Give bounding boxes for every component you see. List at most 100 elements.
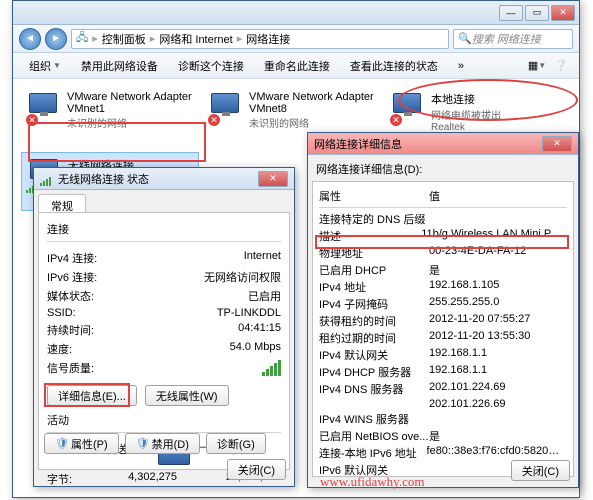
detail-row[interactable]: 租约过期的时间2012-11-20 13:55:30 [319,330,567,346]
detail-value: 255.255.255.0 [429,296,499,312]
detail-value: fe80::38e3:f76:cfd0:5820%13 [427,445,567,461]
detail-row[interactable]: IPv4 DHCP 服务器192.168.1.1 [319,364,567,380]
toolbar: 组织▼ 禁用此网络设备 诊断这个连接 重命名此连接 查看此连接的状态 » ▦▼ … [13,53,579,79]
detail-value: 2012-11-20 07:55:27 [429,313,530,329]
disable-button[interactable]: 🛡禁用(D) [125,433,200,454]
panel-general: 连接 IPv4 连接:Internet IPv6 连接:无网络访问权限 媒体状态… [38,212,290,470]
adapter-icon: ✕ [389,91,425,127]
properties-button[interactable]: 🛡属性(P) [44,433,119,454]
detail-value: 202.101.224.69 [429,381,505,397]
close-button[interactable]: ✕ [542,136,572,152]
adapter-icon: ✕ [207,91,243,127]
detail-label: IPv4 WINS 服务器 [319,411,429,427]
row-value: 54.0 Mbps [230,341,281,357]
close-button[interactable]: 关闭(C) [511,460,570,481]
search-placeholder: 搜索 网络连接 [472,31,541,47]
dialog-titlebar: 网络连接详细信息 ✕ [308,133,578,155]
breadcrumb-item[interactable]: 网络连接 [246,31,290,47]
adapter-status: 网络电缆被拔出 [431,107,559,122]
signal-bars [258,360,281,379]
minimize-button[interactable]: — [499,5,523,21]
forward-button[interactable]: ► [45,28,67,50]
breadcrumb-item[interactable]: 网络和 Internet [159,31,232,47]
detail-row[interactable]: 202.101.226.69 [319,398,567,410]
view-status-button[interactable]: 查看此连接的状态 [342,55,446,77]
detail-label: IPv4 DHCP 服务器 [319,364,429,380]
detail-value: 是 [429,262,440,278]
detail-row[interactable]: 已启用 NetBIOS ove...是 [319,428,567,444]
wireless-props-button[interactable]: 无线属性(W) [145,385,229,406]
breadcrumb[interactable]: 🖧 ▸ 控制面板 ▸ 网络和 Internet ▸ 网络连接 [71,29,449,49]
detail-value: 192.168.1.1 [429,347,487,363]
adapter-name: VMware Network Adapter VMnet1 [67,91,195,115]
organize-menu[interactable]: 组织▼ [21,55,69,77]
row-value: 已启用 [248,288,281,304]
close-button[interactable]: ✕ [551,5,575,21]
col-header[interactable]: 值 [429,188,440,204]
rename-button[interactable]: 重命名此连接 [256,55,338,77]
disable-device-button[interactable]: 禁用此网络设备 [73,55,166,77]
detail-row[interactable]: 获得租约的时间2012-11-20 07:55:27 [319,313,567,329]
detail-row[interactable]: IPv4 地址192.168.1.105 [319,279,567,295]
view-icon[interactable]: ▦▼ [527,56,547,76]
detail-label: 租约过期的时间 [319,330,429,346]
signal-icon [40,172,54,186]
row-label: 持续时间: [47,322,152,338]
detail-row[interactable]: IPv4 默认网关192.168.1.1 [319,347,567,363]
group-label: 活动 [47,412,281,428]
dialog-titlebar: 无线网络连接 状态 ✕ [34,168,294,190]
row-value: Internet [244,250,281,266]
detail-row[interactable]: IPv4 DNS 服务器202.101.224.69 [319,381,567,397]
details-dialog: 网络连接详细信息 ✕ 网络连接详细信息(D): 属性值 连接特定的 DNS 后缀… [307,132,579,488]
annotation-box [315,235,569,249]
detail-row[interactable]: 已启用 DHCP是 [319,262,567,278]
detail-value: 192.168.1.105 [429,279,499,295]
breadcrumb-item[interactable]: 控制面板 [102,31,146,47]
row-label: 速度: [47,341,152,357]
more-button[interactable]: » [450,57,472,75]
detail-value: 是 [429,428,440,444]
detail-value: 202.101.226.69 [429,398,505,410]
detail-label: IPv4 子网掩码 [319,296,429,312]
detail-label: 获得租约的时间 [319,313,429,329]
close-button[interactable]: ✕ [258,171,288,187]
row-value: 无网络访问权限 [204,269,281,285]
search-icon: 🔍 [458,32,472,45]
col-header[interactable]: 属性 [319,188,429,204]
tab-strip: 常规 [34,190,294,212]
annotation-box [44,383,130,407]
maximize-button[interactable]: ▭ [525,5,549,21]
detail-label: IPv4 DNS 服务器 [319,381,429,397]
bytes-label: 字节: [47,471,97,487]
row-label: SSID: [47,307,152,319]
adapter-status: 未识别的网络 [249,115,377,130]
subtitle: 网络连接详细信息(D): [308,155,578,177]
detail-row[interactable]: 连接-本地 IPv6 地址fe80::38e3:f76:cfd0:5820%13 [319,445,567,461]
search-input[interactable]: 🔍 搜索 网络连接 [453,29,573,49]
diagnose-button[interactable]: 诊断(G) [206,433,266,454]
status-dialog: 无线网络连接 状态 ✕ 常规 连接 IPv4 连接:Internet IPv6 … [33,167,295,487]
sent-value: 4,302,275 [97,471,177,487]
watermark: www.ufidawhy.com [320,474,424,490]
detail-row[interactable]: 连接特定的 DNS 后缀 [319,211,567,227]
tab-general[interactable]: 常规 [38,194,86,212]
close-button[interactable]: 关闭(C) [227,459,286,480]
group-label: 连接 [47,221,281,237]
detail-label [319,398,429,410]
address-bar: ◄ ► 🖧 ▸ 控制面板 ▸ 网络和 Internet ▸ 网络连接 🔍 搜索 … [13,25,579,53]
back-button[interactable]: ◄ [19,28,41,50]
adapter-name: 本地连接 [431,91,559,107]
detail-row[interactable]: IPv4 WINS 服务器 [319,411,567,427]
help-icon[interactable]: ❔ [551,56,571,76]
row-label: 信号质量: [47,360,152,379]
detail-label: IPv4 地址 [319,279,429,295]
titlebar: — ▭ ✕ [13,1,579,25]
annotation-box [28,122,206,162]
row-label: IPv4 连接: [47,250,152,266]
detail-label: 连接-本地 IPv6 地址 [319,445,427,461]
diagnose-button[interactable]: 诊断这个连接 [170,55,252,77]
row-value: TP-LINKDDL [217,307,281,319]
detail-label: IPv4 默认网关 [319,347,429,363]
detail-row[interactable]: IPv4 子网掩码255.255.255.0 [319,296,567,312]
details-list: 属性值 连接特定的 DNS 后缀描述11b/g Wireless LAN Min… [312,181,574,477]
